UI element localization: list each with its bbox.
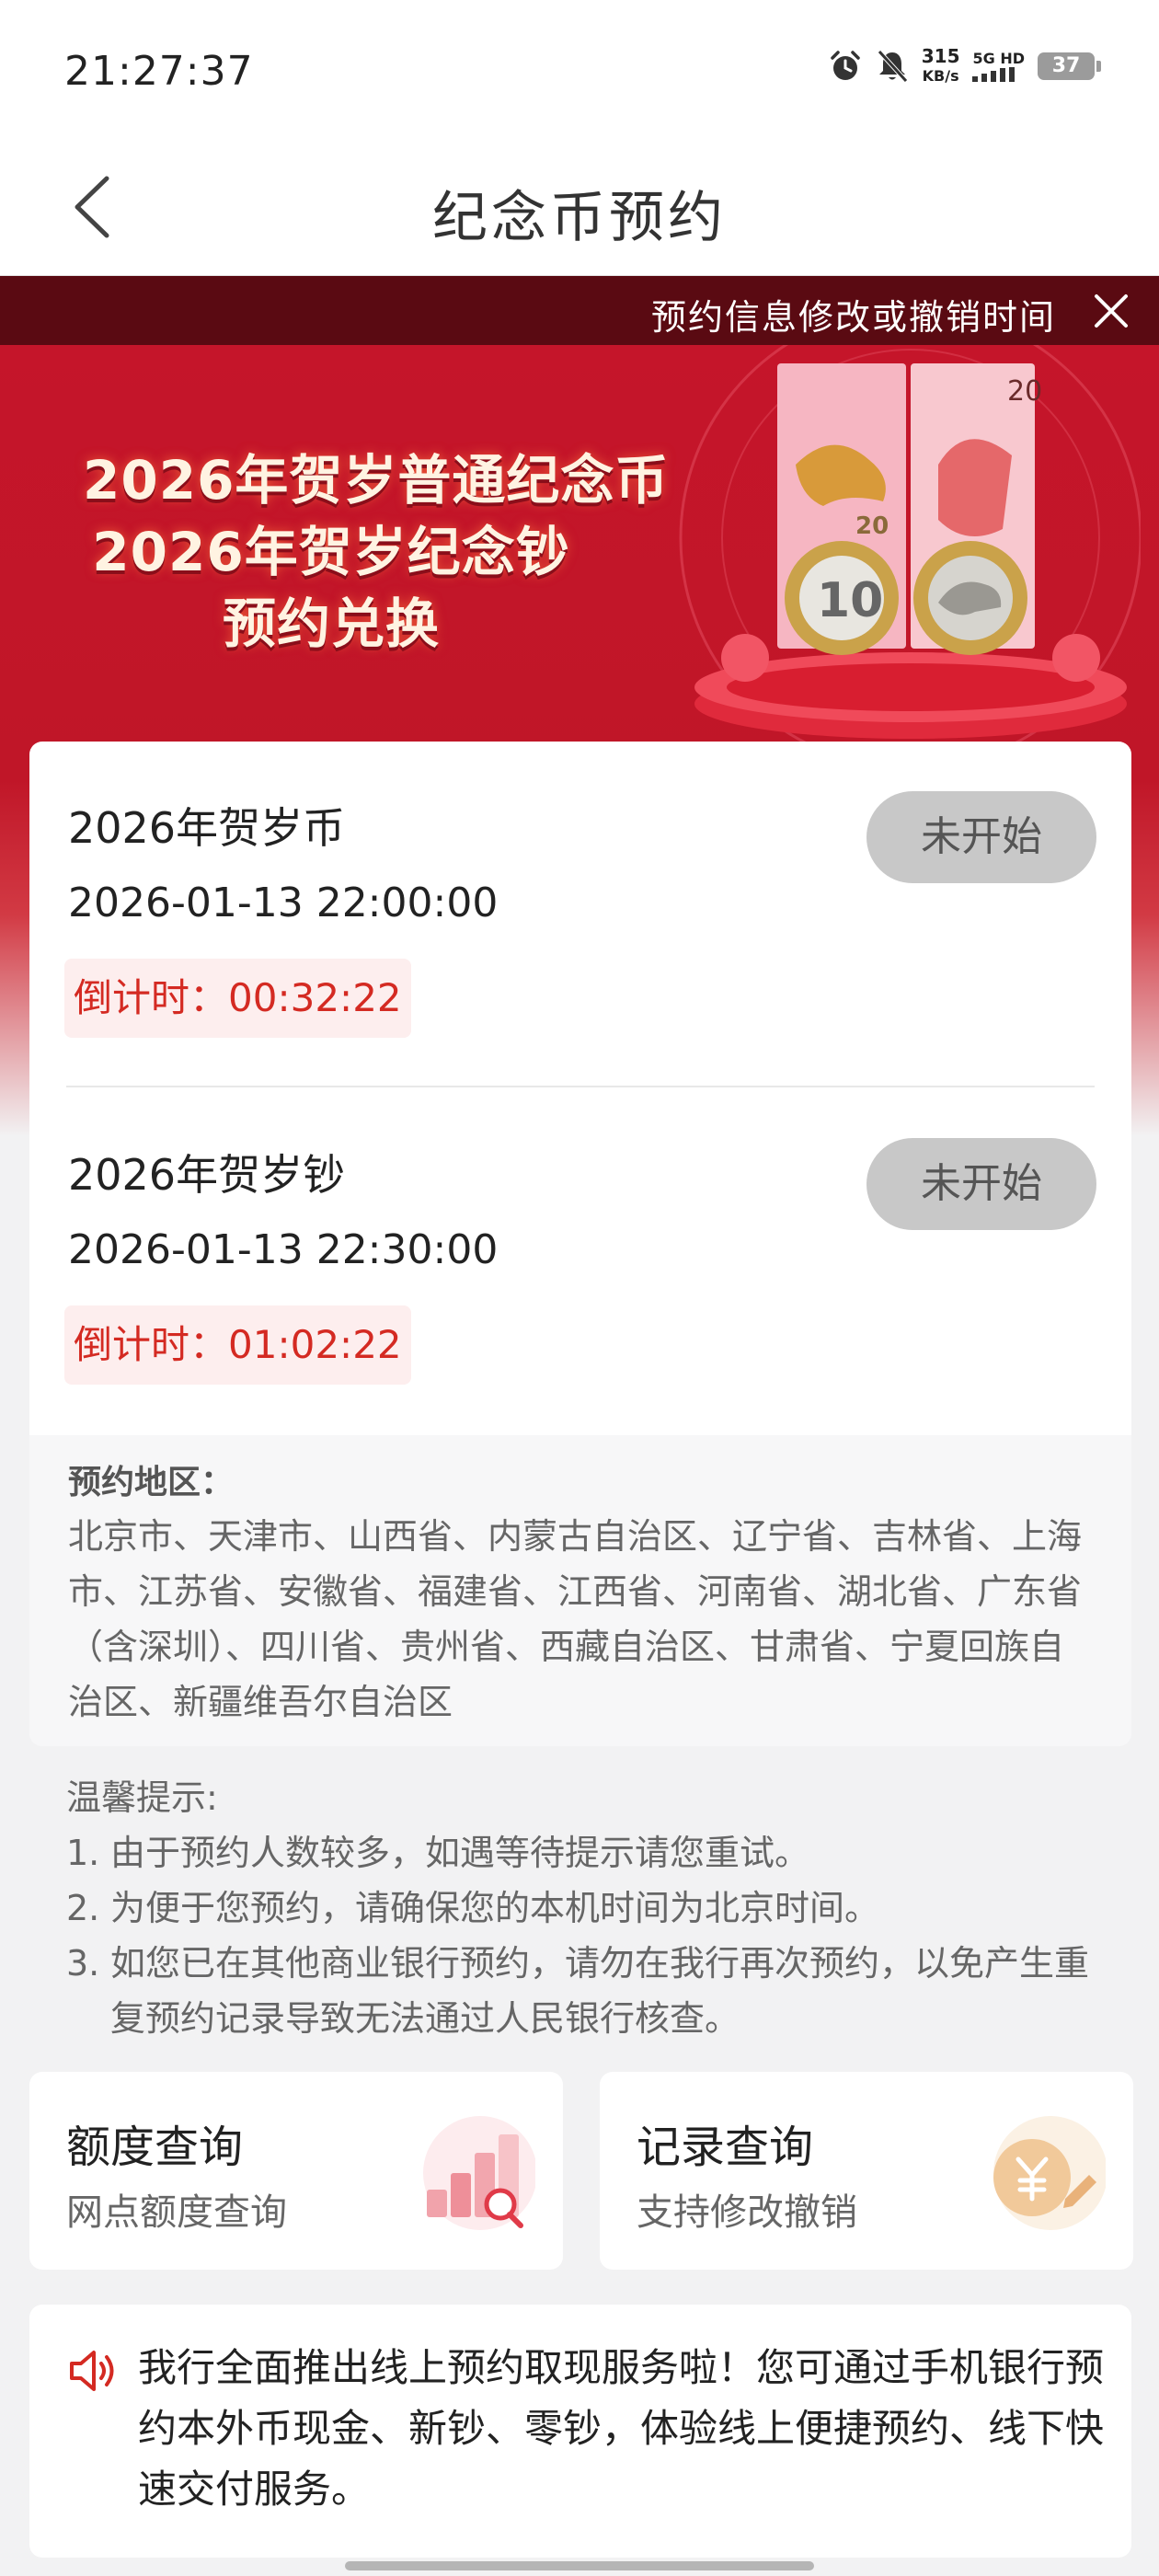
network-type: 5G HD [972,50,1025,67]
coin-banknote-illustration: 20 20 10 [679,345,1141,750]
announcement-card[interactable]: 我行全面推出线上预约取现服务啦！您可通过手机银行预约本外币现金、新钞、零钞，体验… [29,2305,1131,2558]
tips-title: 温馨提示: [66,1777,218,1818]
banner-headline: 2026年贺岁普通纪念币 2026年贺岁纪念钞 预约兑换 [83,449,670,655]
item-title: 2026年贺岁币 [68,803,346,853]
yuan-coin-edit-icon [993,2116,1106,2230]
quota-query-card[interactable]: 额度查询 网点额度查询 [29,2072,563,2270]
notice-marquee[interactable]: 预约信息修改或撤销时间 [0,276,1159,345]
quota-query-subtitle: 网点额度查询 [66,2191,287,2234]
status-bar: 21:27:37 315 KB/s 5G HD 37 [0,0,1159,138]
reservation-card: 2026年贺岁币 2026-01-13 22:00:00 倒计时：00:32:2… [29,742,1131,1746]
countdown-badge: 倒计时：00:32:22 [64,959,411,1038]
home-indicator[interactable] [345,2561,814,2570]
record-query-card[interactable]: 记录查询 支持修改撤销 [600,2072,1133,2270]
speaker-icon [70,2351,114,2391]
status-time: 21:27:37 [64,48,254,95]
notice-text: 预约信息修改或撤销时间 [651,297,1057,338]
tips-section: 温馨提示: 1. 由于预约人数较多，如遇等待提示请您重试。 2. 为便于您预约，… [66,1770,1106,2046]
reservation-item: 2026年贺岁币 2026-01-13 22:00:00 倒计时：00:32:2… [29,742,1131,1087]
battery-indicator: 37 [1038,52,1101,80]
note-value-corner: 20 [1007,375,1042,408]
not-started-button[interactable]: 未开始 [866,1138,1096,1230]
record-query-title: 记录查询 [637,2122,814,2173]
reservation-item: 2026年贺岁钞 2026-01-13 22:30:00 倒计时：01:02:2… [29,1088,1131,1433]
quota-query-title: 额度查询 [66,2122,244,2173]
region-title: 预约地区： [68,1464,235,1501]
divider [66,1086,1095,1087]
status-icons: 315 KB/s 5G HD 37 [828,45,1101,86]
network-speed: 315 KB/s [921,45,960,85]
countdown-badge: 倒计时：01:02:22 [64,1305,411,1385]
signal: 5G HD [972,51,1025,82]
item-start-time: 2026-01-13 22:30:00 [68,1226,499,1273]
note-value: 20 [855,512,889,540]
item-title: 2026年贺岁钞 [68,1150,346,1200]
region-section: 预约地区： 北京市、天津市、山西省、内蒙古自治区、辽宁省、吉林省、上海市、江苏省… [29,1435,1131,1746]
bar-chart-search-icon [423,2116,535,2230]
not-started-button[interactable]: 未开始 [866,791,1096,883]
close-icon[interactable] [1091,291,1131,331]
page-title: 纪念币预约 [432,186,727,250]
tip-item: 2. 为便于您预约，请确保您的本机时间为北京时间。 [66,1888,880,1928]
coin-value: 10 [817,573,883,628]
item-start-time: 2026-01-13 22:00:00 [68,880,499,926]
region-list: 北京市、天津市、山西省、内蒙古自治区、辽宁省、吉林省、上海市、江苏省、安徽省、福… [68,1516,1083,1722]
mute-bell-icon [877,50,908,83]
tip-item: 1. 由于预约人数较多，如遇等待提示请您重试。 [66,1833,810,1873]
nav-bar: 纪念币预约 [0,138,1159,276]
record-query-subtitle: 支持修改撤销 [637,2191,857,2234]
tip-item: 3. 如您已在其他商业银行预约，请勿在我行再次预约，以免产生重复预约记录导致无法… [66,1943,1090,2039]
announcement-text: 我行全面推出线上预约取现服务啦！您可通过手机银行预约本外币现金、新钞、零钞，体验… [138,2345,1105,2512]
signal-bars-icon [972,67,1016,82]
alarm-icon [830,51,860,80]
